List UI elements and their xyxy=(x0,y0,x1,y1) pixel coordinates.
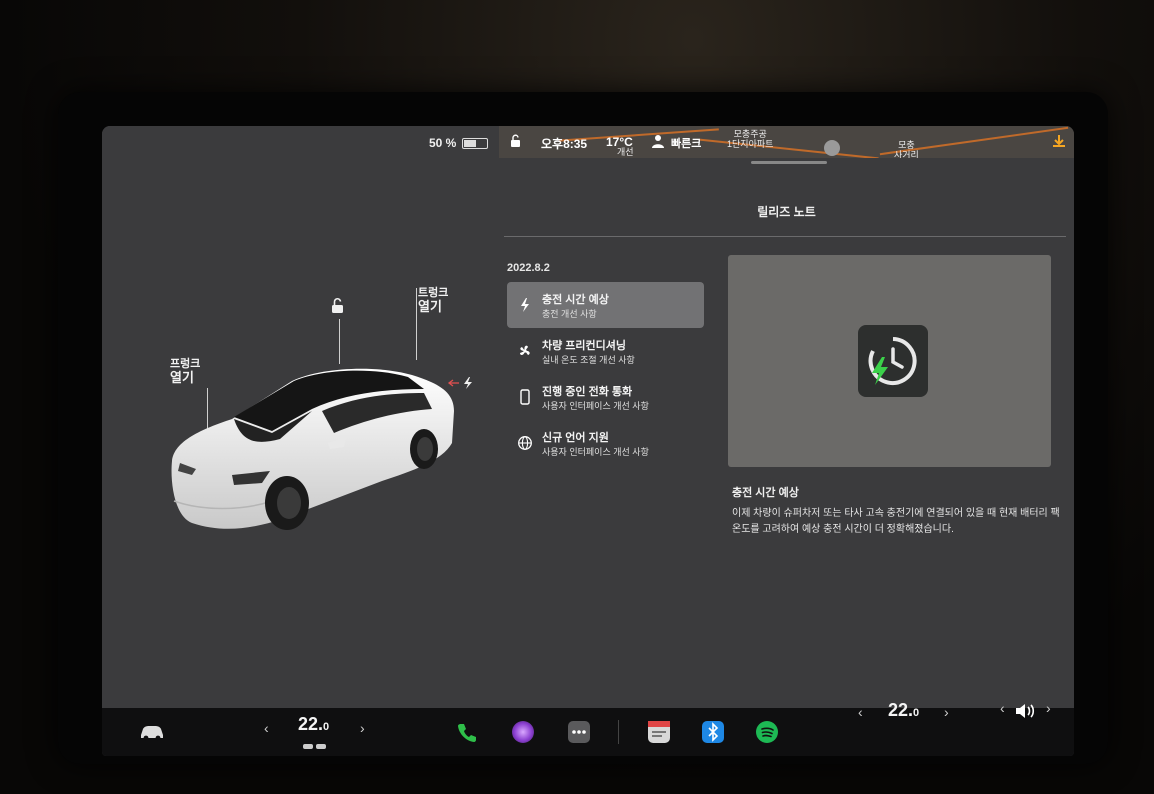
note-item-subtitle: 충전 개선 사항 xyxy=(542,309,597,319)
driver-temp-down-button[interactable]: ‹ xyxy=(264,720,269,736)
note-item-subtitle: 실내 온도 조절 개선 사항 xyxy=(542,355,635,365)
battery-indicator: 50 % xyxy=(429,136,489,150)
camera-app-icon[interactable] xyxy=(512,721,534,743)
phone-app-icon[interactable] xyxy=(456,721,478,743)
bluetooth-icon[interactable] xyxy=(702,721,724,743)
passenger-temp-up-button[interactable]: › xyxy=(944,704,949,720)
bolt-icon xyxy=(517,297,533,313)
note-item-preconditioning[interactable]: 차량 프리컨디셔닝 실내 온도 조절 개선 사항 xyxy=(507,328,704,374)
divider xyxy=(504,236,1066,237)
map-status-bar[interactable]: 오후8:35 17°C 개선 빠른크 모충주공 1단지아파트 모충 사거리 xyxy=(499,126,1074,158)
release-notes-panel: 릴리즈 노트 2022.8.2 충전 시간 예상 충전 개선 사항 차량 프리컨… xyxy=(499,158,1074,708)
trunk-label-line2: 열기 xyxy=(418,299,442,314)
trunk-label-line1: 트렁크 xyxy=(418,287,449,299)
globe-icon xyxy=(517,435,533,451)
detail-title: 충전 시간 예상 xyxy=(732,487,799,499)
download-icon[interactable] xyxy=(1052,134,1066,148)
note-item-subtitle: 사용자 인터페이스 개선 사항 xyxy=(542,401,649,411)
seat-heater-icon[interactable] xyxy=(302,738,328,749)
battery-percent: 50 % xyxy=(429,136,457,150)
driver-temperature[interactable]: 22.0 xyxy=(298,714,329,735)
note-item-title: 차량 프리컨디셔닝 xyxy=(542,340,627,352)
feature-preview-image xyxy=(728,255,1051,467)
weather-note: 개선 xyxy=(617,147,634,157)
passenger-temperature[interactable]: 22.0 xyxy=(888,700,919,721)
trunk-open-button[interactable]: 트렁크 열기 xyxy=(418,286,448,314)
trunk-callout-line xyxy=(416,288,417,360)
car-panel: 50 % 프렁크 열기 트렁크 열기 xyxy=(102,126,499,708)
fan-icon xyxy=(517,343,533,359)
passenger-temp-down-button[interactable]: ‹ xyxy=(858,704,863,720)
release-notes-title: 릴리즈 노트 xyxy=(757,205,816,219)
detail-body: 이제 차량이 슈퍼차저 또는 타사 고속 충전기에 연결되어 있을 때 현재 배… xyxy=(732,508,1060,535)
unlock-status-icon[interactable] xyxy=(509,134,523,148)
user-profile-icon[interactable] xyxy=(651,134,665,148)
map-place-label: 모충 사거리 xyxy=(894,140,919,158)
bottom-dock: ‹ 22.0 › ‹ 22.0 › ‹ › xyxy=(102,700,1074,756)
car-illustration xyxy=(162,351,462,541)
battery-icon xyxy=(462,137,489,149)
volume-down-button[interactable]: ‹ xyxy=(1000,700,1005,716)
charge-bolt-icon xyxy=(464,377,472,389)
driver-temp-up-button[interactable]: › xyxy=(360,720,365,736)
note-item-charge-time[interactable]: 충전 시간 예상 충전 개선 사항 xyxy=(507,282,704,328)
dock-divider xyxy=(618,720,619,744)
unlock-icon[interactable] xyxy=(329,297,347,315)
touchscreen: 50 % 프렁크 열기 트렁크 열기 오후8:35 17°C 개선 빠른크 모충… xyxy=(102,126,1074,756)
note-item-title: 진행 중인 전화 통화 xyxy=(542,386,633,398)
car-icon[interactable] xyxy=(138,722,166,742)
map-center-icon[interactable] xyxy=(824,140,840,156)
note-item-title: 신규 언어 지원 xyxy=(542,432,609,444)
user-name[interactable]: 빠른크 xyxy=(671,135,701,151)
clock: 오후8:35 xyxy=(541,137,588,151)
map-place-label: 모충주공 1단지아파트 xyxy=(727,129,774,149)
volume-up-button[interactable]: › xyxy=(1046,700,1051,716)
note-item-title: 충전 시간 예상 xyxy=(542,294,609,306)
version-label: 2022.8.2 xyxy=(507,262,550,274)
calendar-app-icon[interactable] xyxy=(648,721,670,743)
volume-icon[interactable] xyxy=(1014,702,1036,720)
note-item-new-language[interactable]: 신규 언어 지원 사용자 인터페이스 개선 사항 xyxy=(507,420,704,466)
drag-handle[interactable] xyxy=(751,161,827,164)
charge-time-icon xyxy=(858,325,928,397)
phone-icon xyxy=(517,389,533,405)
note-item-phone-call[interactable]: 진행 중인 전화 통화 사용자 인터페이스 개선 사항 xyxy=(507,374,704,420)
spotify-icon[interactable] xyxy=(756,721,778,743)
more-apps-icon[interactable] xyxy=(568,721,590,743)
note-item-subtitle: 사용자 인터페이스 개선 사항 xyxy=(542,447,649,457)
